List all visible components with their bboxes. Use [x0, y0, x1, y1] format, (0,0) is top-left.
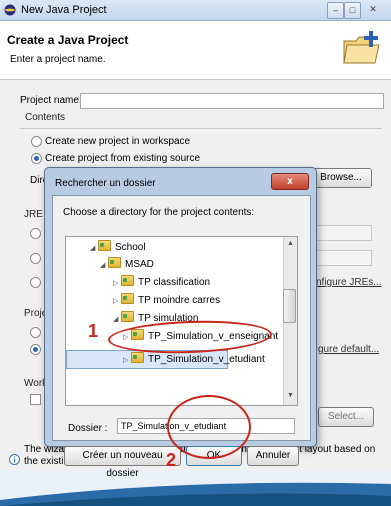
jre-select-2[interactable]: [310, 250, 372, 266]
expanded-arrow-icon: ◢: [100, 262, 106, 269]
tree-item-label: School: [115, 242, 146, 253]
tree-item[interactable]: ◢ School: [90, 240, 146, 254]
info-icon: [9, 454, 20, 465]
jre-group-title: JRE: [24, 209, 43, 220]
annotation-ellipse-ok: [167, 395, 251, 459]
configure-jres-link[interactable]: nfigure JREs...: [316, 277, 382, 288]
browse-button[interactable]: Browse...: [310, 168, 372, 188]
folder-label: Dossier :: [68, 423, 108, 434]
existing-source-label: Create project from existing source: [45, 153, 201, 164]
tree-item[interactable]: ▷ TP classification: [113, 275, 210, 289]
title-bar: New Java Project – □ ✕: [0, 0, 391, 21]
folder-icon: [121, 293, 134, 304]
cancel-button[interactable]: Annuler: [247, 446, 299, 466]
tree-item-label: TP classification: [138, 277, 211, 288]
tree-item-label: TP_Simulation_v_etudiant: [148, 354, 265, 365]
minimize-button[interactable]: –: [327, 2, 344, 19]
new-folder-button[interactable]: Créer un nouveau dossier: [64, 446, 181, 479]
project-name-label: Project name:: [20, 95, 82, 106]
folder-icon: [108, 257, 121, 268]
configure-default-link[interactable]: gure default...: [318, 344, 379, 355]
annotation-number-2: 2: [166, 450, 177, 470]
dialog-title: Rechercher un dossier: [55, 178, 156, 189]
contents-divider: [20, 128, 382, 129]
scroll-down-icon[interactable]: ▼: [287, 392, 294, 399]
contents-group-title: Contents: [25, 112, 66, 123]
layout-radio-2[interactable]: [30, 344, 41, 355]
tree-item-selected[interactable]: ▷ TP_Simulation_v_etudiant: [123, 352, 265, 366]
collapsed-arrow-icon: ▷: [113, 280, 119, 287]
close-button[interactable]: ✕: [361, 2, 385, 17]
jre-radio-3[interactable]: [30, 277, 41, 288]
jre-radio-2[interactable]: [30, 253, 41, 264]
existing-source-radio[interactable]: [31, 153, 42, 164]
project-name-input[interactable]: [80, 93, 384, 109]
new-project-radio[interactable]: [31, 136, 42, 147]
maximize-button[interactable]: □: [344, 2, 361, 19]
tree-item[interactable]: ◢ MSAD: [100, 257, 154, 271]
select-working-set-button[interactable]: Select...: [318, 407, 374, 427]
tree-item-label: MSAD: [125, 259, 154, 270]
dialog-close-button[interactable]: x: [271, 173, 309, 190]
folder-wizard-icon: [343, 31, 380, 64]
folder-icon: [98, 240, 111, 251]
layout-radio-1[interactable]: [30, 327, 41, 338]
collapsed-arrow-icon: ▷: [113, 298, 119, 305]
scroll-up-icon[interactable]: ▲: [287, 240, 294, 247]
expanded-arrow-icon: ◢: [90, 245, 96, 252]
collapsed-arrow-icon: ▷: [123, 357, 129, 364]
folder-icon: [131, 352, 144, 363]
wizard-title: Create a Java Project: [7, 33, 129, 47]
window-title: New Java Project: [21, 4, 107, 16]
scroll-thumb[interactable]: [283, 289, 296, 323]
annotation-number-1: 1: [88, 321, 99, 341]
tree-item[interactable]: ▷ TP moindre carres: [113, 293, 220, 307]
folder-icon: [121, 311, 134, 322]
jre-select-1[interactable]: [310, 225, 372, 241]
new-project-label: Create new project in workspace: [45, 136, 191, 147]
tree-scrollbar[interactable]: ▲ ▼: [283, 237, 297, 405]
dialog-description: Choose a directory for the project conte…: [63, 207, 255, 218]
expanded-arrow-icon: ◢: [113, 316, 119, 323]
working-sets-checkbox[interactable]: [30, 394, 41, 405]
footer-decoration: [0, 470, 391, 506]
folder-icon: [121, 275, 134, 286]
wizard-header: Create a Java Project Enter a project na…: [0, 21, 391, 80]
wizard-subtitle: Enter a project name.: [10, 54, 106, 65]
tree-item-label: TP moindre carres: [138, 295, 221, 306]
jre-radio-1[interactable]: [30, 228, 41, 239]
eclipse-icon: [4, 4, 16, 16]
